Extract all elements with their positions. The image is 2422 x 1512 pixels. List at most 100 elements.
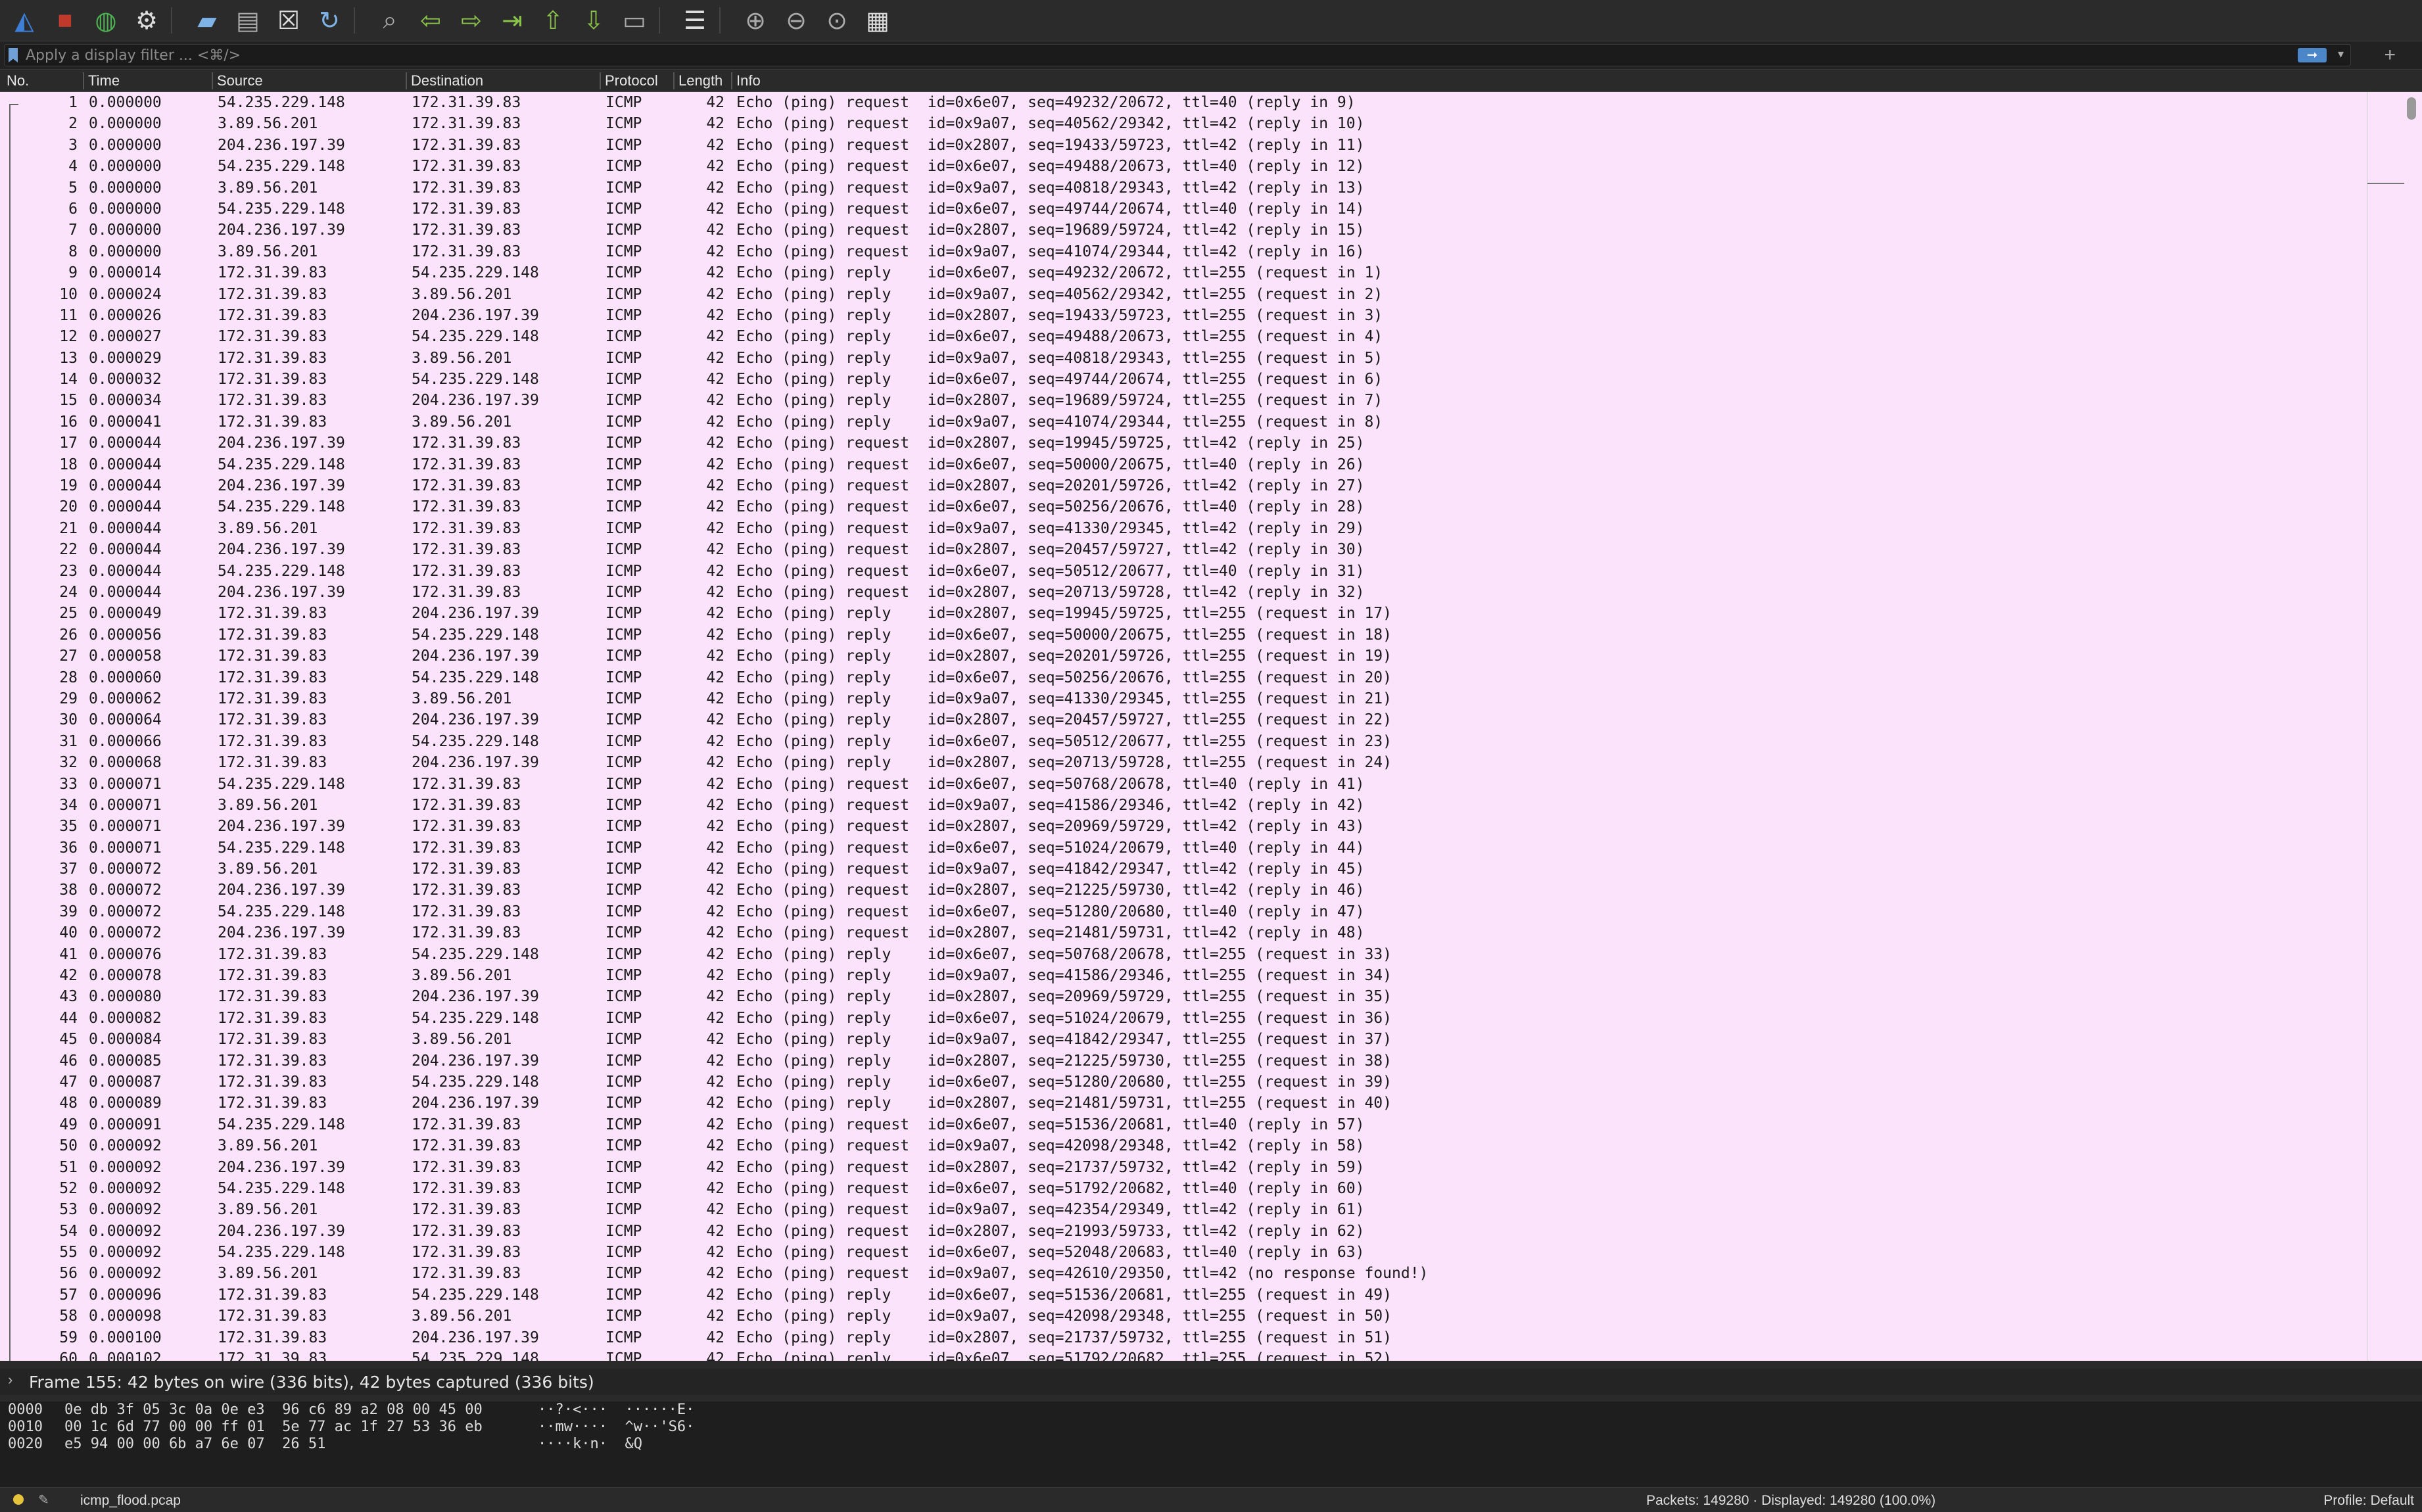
packet-row[interactable]: 56 0.000092 3.89.56.201 172.31.39.83 ICMP 42 E…	[0, 1263, 2367, 1284]
packet-row[interactable]: 60 0.000102 172.31.39.83 54.235.229.148 ICMP…	[0, 1348, 2367, 1361]
bytes-row[interactable]: 0020 e5 94 00 00 6b a7 6e 07 26 51 ····k·n…	[0, 1436, 2422, 1453]
last-packet-icon[interactable]: ⇩	[573, 2, 614, 39]
bytes-row[interactable]: 0000 0e db 3f 05 3c 0a 0e e3 96 c6 89 a2 …	[0, 1402, 2422, 1419]
packet-row[interactable]: 59 0.000100 172.31.39.83 204.236.197.39 ICMP…	[0, 1327, 2367, 1348]
packet-bytes-pane[interactable]: 0000 0e db 3f 05 3c 0a 0e e3 96 c6 89 a2 …	[0, 1402, 2422, 1487]
packet-row[interactable]: 19 0.000044 204.236.197.39 172.31.39.83 ICMP…	[0, 475, 2367, 496]
packet-row[interactable]: 30 0.000064 172.31.39.83 204.236.197.39 ICMP…	[0, 709, 2367, 730]
apply-filter-button[interactable]: ➞	[2298, 48, 2327, 62]
packet-row[interactable]: 8 0.000000 3.89.56.201 172.31.39.83 ICMP 42 Ec…	[0, 241, 2367, 262]
column-no[interactable]: No.	[0, 72, 84, 89]
column-length[interactable]: Length	[673, 72, 731, 89]
packet-row[interactable]: 6 0.000000 54.235.229.148 172.31.39.83 ICMP 4…	[0, 199, 2367, 220]
packet-row[interactable]: 36 0.000071 54.235.229.148 172.31.39.83 ICMP…	[0, 838, 2367, 859]
packet-row[interactable]: 18 0.000044 54.235.229.148 172.31.39.83 ICMP…	[0, 454, 2367, 475]
add-filter-button-icon[interactable]: +	[2384, 44, 2396, 66]
zoom-in-icon[interactable]: ⊕	[735, 2, 776, 39]
packet-row[interactable]: 42 0.000078 172.31.39.83 3.89.56.201 ICMP 42 E…	[0, 965, 2367, 986]
close-file-icon[interactable]: ☒	[268, 2, 309, 39]
packet-row[interactable]: 47 0.000087 172.31.39.83 54.235.229.148 ICMP…	[0, 1072, 2367, 1093]
column-destination[interactable]: Destination	[406, 72, 600, 89]
packet-row[interactable]: 23 0.000044 54.235.229.148 172.31.39.83 ICMP…	[0, 561, 2367, 582]
packet-row[interactable]: 46 0.000085 172.31.39.83 204.236.197.39 ICMP…	[0, 1051, 2367, 1072]
reload-icon[interactable]: ↻	[309, 2, 350, 39]
packet-row[interactable]: 26 0.000056 172.31.39.83 54.235.229.148 ICMP…	[0, 625, 2367, 646]
display-filter-input[interactable]: Apply a display filter ... <⌘/> ➞ ▾	[4, 44, 2351, 66]
packet-row[interactable]: 1 0.000000 54.235.229.148 172.31.39.83 ICMP 4…	[0, 92, 2367, 113]
packet-row[interactable]: 44 0.000082 172.31.39.83 54.235.229.148 ICMP…	[0, 1008, 2367, 1029]
packet-row[interactable]: 12 0.000027 172.31.39.83 54.235.229.148 ICMP…	[0, 326, 2367, 347]
capture-comment-icon[interactable]: ✎	[38, 1492, 49, 1508]
packet-row[interactable]: 7 0.000000 204.236.197.39 172.31.39.83 ICMP 4…	[0, 220, 2367, 241]
file-icon[interactable]: ▤	[227, 2, 268, 39]
packet-row[interactable]: 41 0.000076 172.31.39.83 54.235.229.148 ICMP…	[0, 944, 2367, 965]
column-time[interactable]: Time	[83, 72, 213, 89]
packet-row[interactable]: 3 0.000000 204.236.197.39 172.31.39.83 ICMP 4…	[0, 135, 2367, 156]
packet-row[interactable]: 45 0.000084 172.31.39.83 3.89.56.201 ICMP 42 E…	[0, 1029, 2367, 1050]
packet-row[interactable]: 55 0.000092 54.235.229.148 172.31.39.83 ICMP…	[0, 1242, 2367, 1263]
packet-row[interactable]: 50 0.000092 3.89.56.201 172.31.39.83 ICMP 42 E…	[0, 1135, 2367, 1156]
first-packet-icon[interactable]: ⇧	[533, 2, 573, 39]
pane-splitter[interactable]	[0, 1395, 2422, 1402]
packet-row[interactable]: 28 0.000060 172.31.39.83 54.235.229.148 ICMP…	[0, 667, 2367, 688]
restart-icon[interactable]: ◍	[85, 2, 126, 39]
packet-row[interactable]: 39 0.000072 54.235.229.148 172.31.39.83 ICMP…	[0, 901, 2367, 922]
packet-list[interactable]: 1 0.000000 54.235.229.148 172.31.39.83 ICMP 4…	[0, 92, 2367, 1361]
scrollbar-thumb[interactable]	[2407, 97, 2416, 120]
packet-row[interactable]: 35 0.000071 204.236.197.39 172.31.39.83 ICMP…	[0, 816, 2367, 837]
packet-row[interactable]: 22 0.000044 204.236.197.39 172.31.39.83 ICMP…	[0, 539, 2367, 560]
packet-row[interactable]: 32 0.000068 172.31.39.83 204.236.197.39 ICMP…	[0, 752, 2367, 773]
packet-row[interactable]: 53 0.000092 3.89.56.201 172.31.39.83 ICMP 42 E…	[0, 1199, 2367, 1220]
packet-row[interactable]: 14 0.000032 172.31.39.83 54.235.229.148 ICMP…	[0, 369, 2367, 390]
packet-row[interactable]: 31 0.000066 172.31.39.83 54.235.229.148 ICMP…	[0, 731, 2367, 752]
packet-list-scrollbar[interactable]	[2367, 92, 2422, 1361]
gear-icon[interactable]: ⚙	[126, 2, 167, 39]
bytes-row[interactable]: 0010 00 1c 6d 77 00 00 ff 01 5e 77 ac 1f …	[0, 1419, 2422, 1436]
forward-arrow-icon[interactable]: ⇨	[451, 2, 492, 39]
open-folder-icon[interactable]: ▰	[187, 2, 227, 39]
packet-row[interactable]: 51 0.000092 204.236.197.39 172.31.39.83 ICMP…	[0, 1157, 2367, 1178]
chevron-down-icon[interactable]: ▾	[2338, 47, 2344, 61]
stop-icon[interactable]: ■	[45, 2, 85, 39]
bookmark-icon[interactable]	[9, 48, 18, 62]
colorize-icon[interactable]: ☰	[675, 2, 715, 39]
packet-row[interactable]: 43 0.000080 172.31.39.83 204.236.197.39 ICMP…	[0, 986, 2367, 1007]
packet-row[interactable]: 9 0.000014 172.31.39.83 54.235.229.148 ICMP 4…	[0, 262, 2367, 283]
expert-info-icon[interactable]	[13, 1494, 24, 1505]
zoom-normal-icon[interactable]: ⊙	[817, 2, 857, 39]
column-info[interactable]: Info	[731, 72, 2419, 89]
resize-columns-icon[interactable]: ▦	[857, 2, 898, 39]
packet-row[interactable]: 58 0.000098 172.31.39.83 3.89.56.201 ICMP 42 E…	[0, 1306, 2367, 1327]
packet-row[interactable]: 29 0.000062 172.31.39.83 3.89.56.201 ICMP 42 E…	[0, 688, 2367, 709]
packet-row[interactable]: 24 0.000044 204.236.197.39 172.31.39.83 ICMP…	[0, 582, 2367, 603]
packet-row[interactable]: 25 0.000049 172.31.39.83 204.236.197.39 ICMP…	[0, 603, 2367, 624]
packet-row[interactable]: 20 0.000044 54.235.229.148 172.31.39.83 ICMP…	[0, 496, 2367, 517]
go-to-packet-icon[interactable]: ⇥	[492, 2, 533, 39]
packet-row[interactable]: 33 0.000071 54.235.229.148 172.31.39.83 ICMP…	[0, 774, 2367, 795]
packet-row[interactable]: 15 0.000034 172.31.39.83 204.236.197.39 ICMP…	[0, 390, 2367, 411]
search-icon[interactable]: ⌕	[369, 2, 410, 39]
packet-row[interactable]: 21 0.000044 3.89.56.201 172.31.39.83 ICMP 42 E…	[0, 518, 2367, 539]
autoscroll-icon[interactable]: ▭	[614, 2, 655, 39]
packet-row[interactable]: 38 0.000072 204.236.197.39 172.31.39.83 ICMP…	[0, 880, 2367, 901]
packet-row[interactable]: 48 0.000089 172.31.39.83 204.236.197.39 ICMP…	[0, 1093, 2367, 1114]
packet-row[interactable]: 10 0.000024 172.31.39.83 3.89.56.201 ICMP 42 E…	[0, 284, 2367, 305]
packet-details-pane[interactable]: › Frame 155: 42 bytes on wire (336 bits)…	[0, 1369, 2422, 1396]
packet-row[interactable]: 40 0.000072 204.236.197.39 172.31.39.83 ICMP…	[0, 922, 2367, 943]
packet-row[interactable]: 4 0.000000 54.235.229.148 172.31.39.83 ICMP 4…	[0, 156, 2367, 177]
pane-splitter[interactable]	[0, 1361, 2422, 1369]
packet-row[interactable]: 16 0.000041 172.31.39.83 3.89.56.201 ICMP 42 E…	[0, 412, 2367, 433]
column-protocol[interactable]: Protocol	[600, 72, 673, 89]
packet-row[interactable]: 34 0.000071 3.89.56.201 172.31.39.83 ICMP 42 E…	[0, 795, 2367, 816]
packet-row[interactable]: 49 0.000091 54.235.229.148 172.31.39.83 ICMP…	[0, 1114, 2367, 1135]
packet-row[interactable]: 17 0.000044 204.236.197.39 172.31.39.83 ICMP…	[0, 433, 2367, 454]
packet-row[interactable]: 11 0.000026 172.31.39.83 204.236.197.39 ICMP…	[0, 305, 2367, 326]
column-source[interactable]: Source	[212, 72, 406, 89]
back-arrow-icon[interactable]: ⇦	[410, 2, 451, 39]
packet-row[interactable]: 5 0.000000 3.89.56.201 172.31.39.83 ICMP 42 Ec…	[0, 177, 2367, 199]
shark-fin-icon[interactable]: ◭	[4, 2, 45, 39]
packet-row[interactable]: 2 0.000000 3.89.56.201 172.31.39.83 ICMP 42 Ec…	[0, 113, 2367, 134]
packet-row[interactable]: 57 0.000096 172.31.39.83 54.235.229.148 ICMP…	[0, 1285, 2367, 1306]
packet-row[interactable]: 27 0.000058 172.31.39.83 204.236.197.39 ICMP…	[0, 646, 2367, 667]
frame-summary[interactable]: Frame 155: 42 bytes on wire (336 bits), …	[29, 1373, 594, 1392]
